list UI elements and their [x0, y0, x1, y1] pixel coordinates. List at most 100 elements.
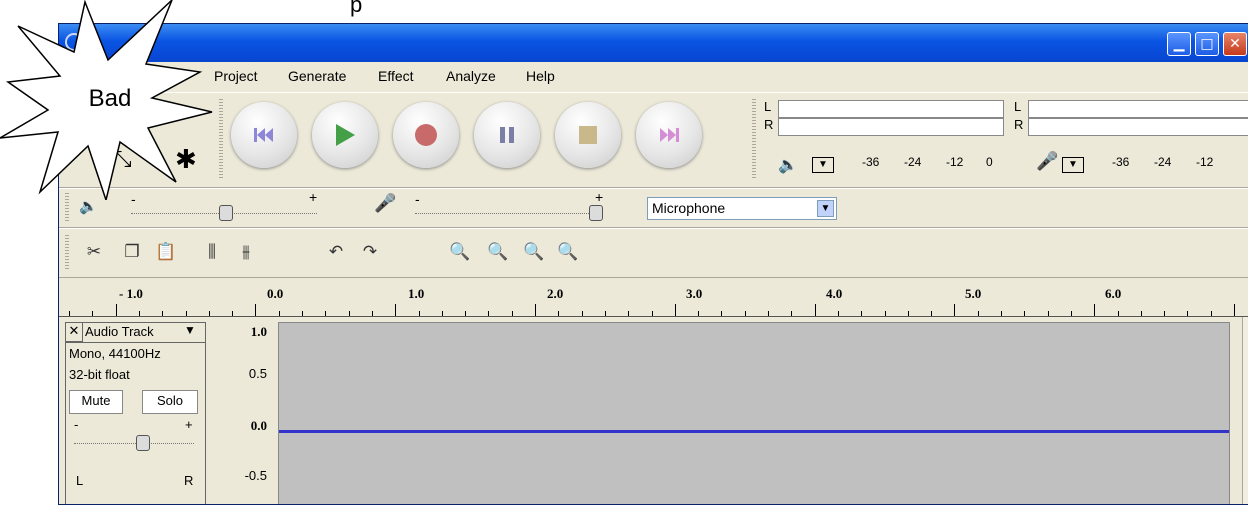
pause-button[interactable] [474, 102, 540, 168]
ruler-tick [884, 311, 886, 316]
ruler-tick [744, 311, 746, 316]
ruler-tick [1210, 311, 1212, 316]
skip-to-start-button[interactable] [231, 102, 297, 168]
track-close-button[interactable]: ✕ [66, 323, 83, 342]
meter-tick: 0 [986, 155, 993, 169]
minimize-icon: ▁ [1173, 36, 1185, 52]
vertical-scrollbar[interactable] [1242, 317, 1248, 504]
cut-button[interactable]: ✂ [79, 237, 109, 267]
track-name-menu[interactable]: Audio Track [85, 324, 154, 339]
zoom-in-icon: 🔍 [449, 242, 471, 262]
meter-bar-left [778, 100, 1004, 118]
scale-label: -0.5 [244, 468, 267, 483]
ruler-tick [115, 304, 117, 316]
ruler-tick [302, 311, 303, 316]
pause-icon [500, 127, 514, 143]
stop-icon [579, 126, 597, 144]
solo-button[interactable]: Solo [142, 390, 198, 414]
record-button[interactable] [393, 102, 459, 168]
ruler-tick [1164, 311, 1166, 316]
redo-icon: ↷ [362, 242, 378, 262]
meter-tick: -36 [1112, 155, 1130, 169]
microphone-icon: 🎤 [1036, 151, 1059, 171]
ruler-tick [465, 311, 467, 316]
menu-help[interactable]: Help [526, 68, 555, 84]
record-icon [415, 124, 437, 146]
audacity-window: A ▁ □ ✕ Project Generate Effect Analyze … [58, 23, 1248, 505]
chevron-down-icon: ▼ [817, 200, 834, 217]
record-meter-dropdown-icon[interactable]: ▼ [1062, 157, 1084, 173]
ruler-label: - 1.0 [119, 286, 143, 301]
ruler-tick [1234, 304, 1235, 316]
trim-button[interactable]: ⫼ [197, 237, 227, 267]
paste-icon: 📋 [155, 242, 177, 262]
ruler-tick [581, 311, 583, 316]
waveform-line [279, 430, 1229, 433]
record-meter[interactable]: L R 🎤 ▼ -36 -24 -12 [1014, 99, 1248, 179]
chevron-down-icon[interactable]: ▼ [184, 323, 196, 337]
waveform-display[interactable] [278, 322, 1230, 504]
fit-selection-button[interactable]: 🔍 [519, 237, 549, 267]
zoom-out-button[interactable]: 🔍 [483, 237, 513, 267]
menu-analyze[interactable]: Analyze [446, 68, 496, 84]
meter-bar-left [1028, 100, 1248, 118]
undo-icon: ↶ [328, 242, 344, 262]
ruler-tick [907, 311, 909, 316]
gain-min-label: - [74, 417, 79, 432]
ruler-tick [535, 304, 536, 316]
ruler-tick [1047, 311, 1049, 316]
ruler-tick [208, 311, 210, 316]
skip-to-end-icon [660, 128, 679, 142]
copy-icon: ❐ [124, 242, 140, 262]
ruler-tick [1024, 311, 1026, 316]
play-button[interactable] [312, 102, 378, 168]
ruler-tick [954, 304, 956, 316]
meter-channel-right: R [1014, 117, 1024, 132]
fit-project-button[interactable]: 🔍 [553, 237, 583, 267]
menu-effect[interactable]: Effect [378, 68, 414, 84]
meter-tick: -12 [946, 155, 964, 169]
vertical-scale: 1.0 0.5 0.0 -0.5 [209, 322, 277, 504]
ruler-tick [674, 304, 676, 316]
playback-meter-dropdown-icon[interactable]: ▼ [812, 157, 834, 173]
skip-to-end-button[interactable] [636, 102, 702, 168]
ruler-tick [721, 311, 723, 316]
stop-button[interactable] [555, 102, 621, 168]
timeline-ruler[interactable]: - 1.0 0.0 1.0 2.0 3.0 4.0 5.0 6.0 [59, 280, 1248, 317]
ruler-tick [977, 311, 979, 316]
ruler-label: 1.0 [408, 286, 425, 301]
gain-slider[interactable] [136, 435, 150, 451]
redo-button[interactable]: ↷ [355, 237, 385, 267]
ruler-tick [69, 311, 70, 316]
input-source-select[interactable]: Microphone ▼ [647, 197, 837, 220]
paste-button[interactable]: 📋 [151, 237, 181, 267]
menu-generate[interactable]: Generate [288, 68, 346, 84]
ruler-tick [441, 311, 443, 316]
pan-left-label: L [76, 473, 84, 488]
input-volume-slider[interactable] [589, 205, 603, 221]
transport-toolbar: ⤡ ↔ ✱ L R 🔈 ▼ -36 -24 [59, 92, 1248, 188]
ruler-tick [837, 311, 839, 316]
ruler-tick [325, 311, 327, 316]
ruler-tick [1070, 311, 1072, 316]
ruler-tick [604, 311, 606, 316]
maximize-button[interactable]: □ [1195, 32, 1219, 56]
copy-button[interactable]: ❐ [117, 237, 147, 267]
title-bar: A ▁ □ ✕ [59, 24, 1248, 62]
ruler-tick [185, 311, 187, 316]
ruler-tick [1140, 311, 1142, 316]
playback-meter[interactable]: L R 🔈 ▼ -36 -24 -12 0 [764, 99, 1004, 179]
mute-button[interactable]: Mute [69, 390, 123, 414]
output-volume-slider[interactable] [219, 205, 233, 221]
gain-max-label: + [185, 417, 193, 432]
undo-button[interactable]: ↶ [321, 237, 351, 267]
maximize-icon: □ [1200, 36, 1214, 52]
silence-button[interactable]: ⫵ [231, 237, 261, 267]
close-button[interactable]: ✕ [1223, 32, 1247, 56]
scale-label: 0.0 [250, 418, 267, 433]
minimize-button[interactable]: ▁ [1167, 32, 1191, 56]
ruler-tick [1094, 304, 1096, 316]
ruler-tick [511, 311, 513, 316]
ruler-label: 3.0 [686, 286, 703, 301]
zoom-in-button[interactable]: 🔍 [445, 237, 475, 267]
